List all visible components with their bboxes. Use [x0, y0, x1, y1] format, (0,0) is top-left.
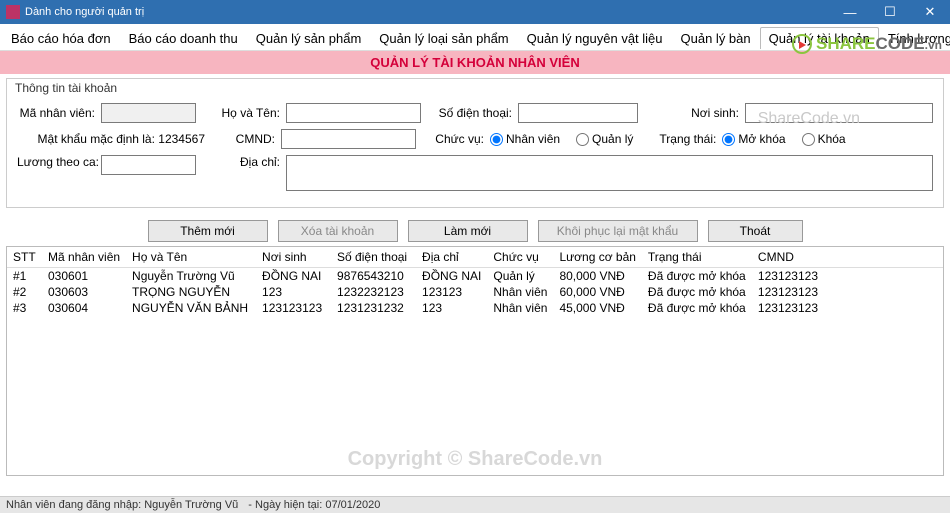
tab-quan-ly-tai-khoan[interactable]: Quản lý tài khoản [760, 27, 879, 49]
label-so-dien-thoai: Số điện thoại: [437, 106, 512, 120]
radio-tt-khoa[interactable]: Khóa [802, 132, 846, 146]
app-icon [6, 5, 20, 19]
input-so-dien-thoai[interactable] [518, 103, 638, 123]
col-luong[interactable]: Lương cơ bản [553, 247, 641, 268]
account-info-group: Thông tin tài khoản Mã nhân viên: Họ và … [6, 78, 944, 208]
input-ma-nhan-vien[interactable] [101, 103, 196, 123]
col-noi-sinh[interactable]: Nơi sinh [256, 247, 331, 268]
label-trang-thai: Trạng thái: [659, 132, 716, 146]
status-today: - Ngày hiện tại: 07/01/2020 [248, 499, 380, 511]
col-dia-chi[interactable]: Địa chỉ [416, 247, 487, 268]
tab-quan-ly-loai-san-pham[interactable]: Quản lý loại sản phẩm [370, 27, 517, 49]
tab-tinh-luong[interactable]: Tính lương t [879, 27, 950, 49]
input-noi-sinh[interactable] [745, 103, 933, 123]
button-row: Thêm mới Xóa tài khoản Làm mới Khôi phục… [0, 214, 950, 246]
titlebar: Dành cho người quản trị — ☐ ✕ [0, 0, 950, 24]
tab-quan-ly-nguyen-vat-lieu[interactable]: Quản lý nguyên vật liệu [518, 27, 672, 49]
radio-chuc-vu-nhan-vien[interactable]: Nhân viên [490, 132, 560, 146]
col-trang-thai[interactable]: Trạng thái [642, 247, 752, 268]
radio-chuc-vu-quan-ly[interactable]: Quản lý [576, 132, 633, 146]
label-noi-sinh: Nơi sinh: [684, 106, 739, 120]
add-button[interactable]: Thêm mới [148, 220, 268, 242]
label-dia-chi: Địa chỉ: [220, 155, 280, 169]
maximize-button[interactable]: ☐ [870, 0, 910, 24]
col-chuc-vu[interactable]: Chức vụ [487, 247, 553, 268]
input-ho-va-ten[interactable] [286, 103, 421, 123]
tab-bao-cao-hoa-don[interactable]: Báo cáo hóa đơn [2, 27, 120, 49]
label-ma-nhan-vien: Mã nhân viên: [17, 106, 95, 120]
delete-account-button[interactable]: Xóa tài khoản [278, 220, 398, 242]
accounts-table[interactable]: STT Mã nhân viên Họ và Tên Nơi sinh Số đ… [7, 247, 943, 316]
table-row[interactable]: #3030604NGUYỄN VĂN BẢNH12312312312312312… [7, 300, 943, 316]
col-stt[interactable]: STT [7, 247, 42, 268]
input-luong-theo-ca[interactable] [101, 155, 196, 175]
col-sdt[interactable]: Số điện thoại [331, 247, 416, 268]
window-title: Dành cho người quản trị [25, 6, 144, 18]
page-title-banner: QUẢN LÝ TÀI KHOẢN NHÂN VIÊN [0, 50, 950, 74]
accounts-table-wrap: STT Mã nhân viên Họ và Tên Nơi sinh Số đ… [6, 246, 944, 476]
table-row[interactable]: #1030601Nguyễn Trường VũĐỒNG NAI98765432… [7, 268, 943, 285]
status-bar: Nhân viên đang đăng nhập: Nguyễn Trường … [0, 496, 950, 513]
status-logged-in: Nhân viên đang đăng nhập: Nguyễn Trường … [6, 499, 238, 511]
input-dia-chi[interactable] [286, 155, 933, 191]
tab-quan-ly-ban[interactable]: Quản lý bàn [672, 27, 760, 49]
col-ten[interactable]: Họ và Tên [126, 247, 256, 268]
label-mat-khau-mac-dinh: Mật khẩu mặc định là: 1234567 [17, 132, 209, 146]
tab-quan-ly-san-pham[interactable]: Quản lý sản phẩm [247, 27, 371, 49]
exit-button[interactable]: Thoát [708, 220, 803, 242]
label-luong-theo-ca: Lương theo ca: [17, 155, 95, 169]
col-ma[interactable]: Mã nhân viên [42, 247, 126, 268]
tab-bar: Báo cáo hóa đơn Báo cáo doanh thu Quản l… [0, 24, 950, 50]
restore-password-button[interactable]: Khôi phục lại mật khẩu [538, 220, 698, 242]
label-ho-va-ten: Họ và Tên: [220, 106, 280, 120]
refresh-button[interactable]: Làm mới [408, 220, 528, 242]
table-row[interactable]: #2030603TRỌNG NGUYỄN1231232232123123123N… [7, 284, 943, 300]
label-chuc-vu: Chức vụ: [432, 132, 484, 146]
col-cmnd[interactable]: CMND [752, 247, 943, 268]
tab-bao-cao-doanh-thu[interactable]: Báo cáo doanh thu [120, 27, 247, 49]
radio-tt-mo-khoa[interactable]: Mở khóa [722, 132, 785, 146]
close-button[interactable]: ✕ [910, 0, 950, 24]
label-cmnd: CMND: [233, 132, 275, 146]
minimize-button[interactable]: — [830, 0, 870, 24]
input-cmnd[interactable] [281, 129, 416, 149]
group-legend: Thông tin tài khoản [15, 81, 117, 95]
